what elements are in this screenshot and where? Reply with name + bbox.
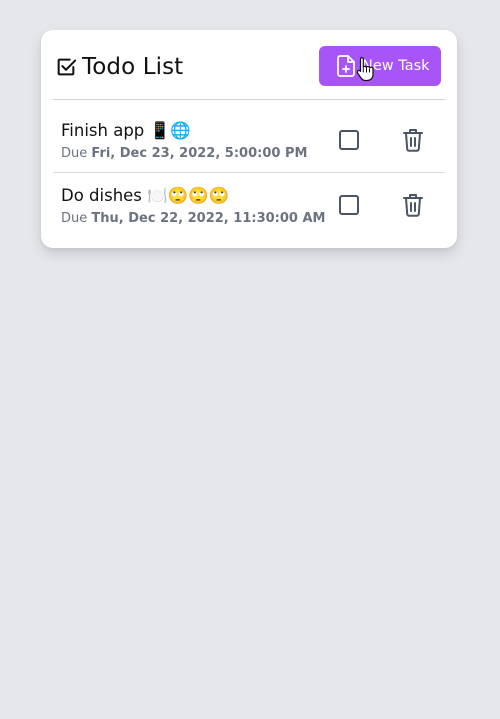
task-item: Do dishes 🍽️🙄🙄🙄 Due Thu, Dec 22, 2022, 1…	[53, 173, 445, 237]
delete-task-button[interactable]	[402, 193, 424, 217]
trash-icon	[402, 193, 424, 217]
card-header: Todo List New Task	[53, 30, 445, 100]
trash-icon	[402, 128, 424, 152]
checkbox-check-icon	[55, 56, 77, 78]
due-prefix: Due	[61, 146, 88, 161]
task-item: Finish app 📱🌐 Due Fri, Dec 23, 2022, 5:0…	[53, 108, 445, 173]
task-name: Do dishes 🍽️🙄🙄🙄	[61, 186, 230, 205]
due-date: Thu, Dec 22, 2022, 11:30:00 AM	[91, 211, 326, 226]
page-title: Todo List	[82, 54, 184, 80]
new-task-button[interactable]: New Task	[319, 46, 441, 86]
title-group: Todo List	[55, 54, 183, 80]
task-due: Due Fri, Dec 23, 2022, 5:00:00 PM	[61, 146, 307, 161]
delete-task-button[interactable]	[402, 128, 424, 152]
todo-card: Todo List New Task Finish app 📱🌐 Due Fri…	[41, 30, 457, 248]
task-complete-checkbox[interactable]	[339, 130, 359, 150]
task-due: Due Thu, Dec 22, 2022, 11:30:00 AM	[61, 211, 325, 226]
task-complete-checkbox[interactable]	[339, 195, 359, 215]
file-plus-icon	[336, 55, 356, 77]
new-task-label: New Task	[362, 58, 430, 74]
due-prefix: Due	[61, 211, 88, 226]
due-date: Fri, Dec 23, 2022, 5:00:00 PM	[91, 146, 308, 161]
task-name: Finish app 📱🌐	[61, 121, 191, 140]
